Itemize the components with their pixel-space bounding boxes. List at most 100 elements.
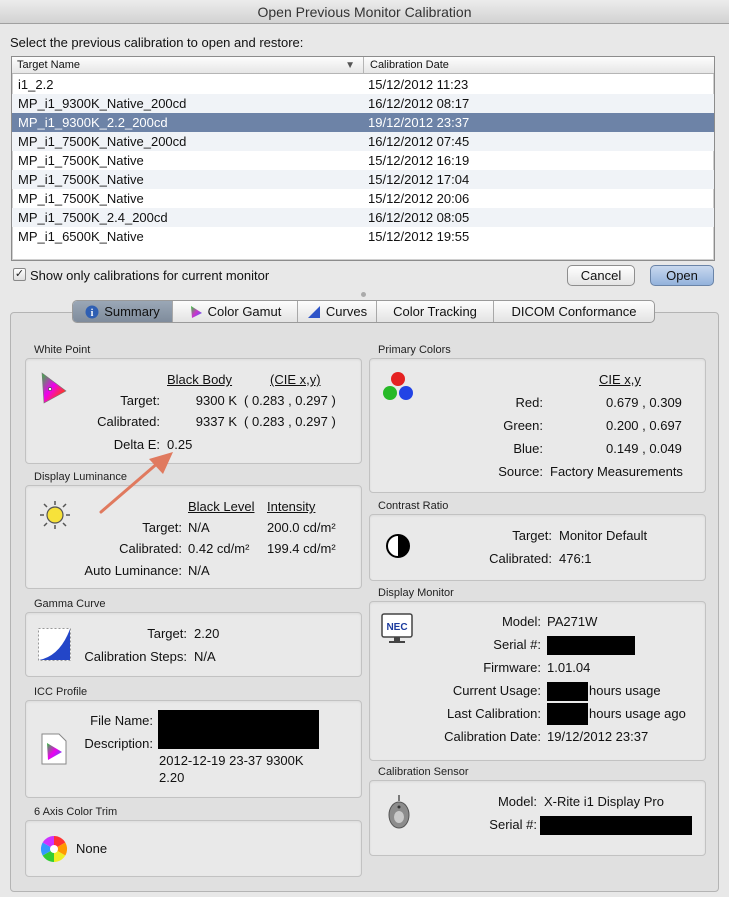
svg-text:i: i [91, 308, 94, 319]
calibration-date-label: Calibration Date: [444, 729, 541, 744]
redacted-current-usage [547, 682, 588, 701]
row-calibration-date: 16/12/2012 08:17 [368, 96, 470, 111]
gamma-target-value: 2.20 [194, 626, 220, 641]
section-title-primary-colors: Primary Colors [378, 344, 451, 356]
lum-target-label: Target: [142, 520, 182, 535]
current-usage-label: Current Usage: [452, 683, 541, 698]
annotation-arrow [99, 452, 173, 514]
list-row[interactable]: MP_i1_7500K_Native 15/12/2012 16:19 [12, 151, 714, 170]
tab-color-gamut-label: Color Gamut [207, 304, 282, 319]
column-header-target-name[interactable]: Target Name ▼ [12, 57, 364, 74]
tab-summary-label: Summary [104, 304, 160, 319]
red-value: 0.679 , 0.309 [606, 395, 682, 410]
source-label: Source: [498, 464, 543, 479]
row-target-name: MP_i1_7500K_Native [18, 153, 144, 168]
list-row[interactable]: MP_i1_7500K_Native 15/12/2012 17:04 [12, 170, 714, 189]
row-target-name: MP_i1_7500K_Native [18, 172, 144, 187]
curves-icon [307, 305, 320, 318]
sensor-serial-label: Serial #: [489, 817, 537, 832]
show-only-checkbox[interactable]: ✓ [13, 268, 26, 281]
tab-curves[interactable]: Curves [298, 301, 377, 322]
section-title-contrast-ratio: Contrast Ratio [378, 500, 449, 512]
row-calibration-date: 15/12/2012 16:19 [368, 153, 470, 168]
list-row[interactable]: MP_i1_9300K_Native_200cd 16/12/2012 08:17 [12, 94, 714, 113]
row-target-name: MP_i1_7500K_Native_200cd [18, 134, 187, 149]
tab-summary[interactable]: i Summary [73, 301, 173, 322]
sort-descending-icon: ▼ [345, 60, 355, 71]
monitor-icon: NEC [381, 613, 413, 643]
list-row[interactable]: MP_i1_7500K_2.4_200cd 16/12/2012 08:05 [12, 208, 714, 227]
contrast-calibrated-label: Calibrated: [489, 551, 552, 566]
calibration-steps-label: Calibration Steps: [84, 649, 187, 664]
blue-label: Blue: [513, 441, 543, 456]
list-row[interactable]: MP_i1_7500K_Native_200cd 16/12/2012 07:45 [12, 132, 714, 151]
tab-color-gamut[interactable]: Color Gamut [173, 301, 298, 322]
auto-luminance-label: Auto Luminance: [84, 563, 182, 578]
row-target-name: MP_i1_9300K_2.2_200cd [18, 115, 168, 130]
info-icon: i [85, 305, 99, 319]
wp-target-label: Target: [120, 393, 160, 408]
window-title: Open Previous Monitor Calibration [0, 0, 729, 24]
prompt-text: Select the previous calibration to open … [10, 35, 304, 50]
splitter-handle[interactable] [361, 292, 366, 297]
tab-dicom-conformance[interactable]: DICOM Conformance [494, 301, 654, 322]
row-calibration-date: 15/12/2012 20:06 [368, 191, 470, 206]
description-label: Description: [84, 736, 153, 751]
list-row-selected[interactable]: MP_i1_9300K_2.2_200cd 19/12/2012 23:37 [12, 113, 714, 132]
column-black-body: Black Body [167, 372, 233, 387]
blue-value: 0.149 , 0.049 [606, 441, 682, 456]
column-header-calibration-date[interactable]: Calibration Date [365, 57, 714, 74]
redacted-file-name [158, 710, 319, 749]
row-calibration-date: 16/12/2012 08:05 [368, 210, 470, 225]
contrast-icon [386, 534, 410, 558]
list-row[interactable]: MP_i1_7500K_Native 15/12/2012 20:06 [12, 189, 714, 208]
list-row[interactable]: MP_i1_6500K_Native 15/12/2012 19:55 [12, 227, 714, 246]
calibration-list[interactable]: Target Name ▼ Calibration Date i1_2.2 15/… [11, 56, 715, 261]
rgb-circles-icon [383, 372, 413, 400]
list-header: Target Name ▼ Calibration Date [12, 57, 714, 74]
sensor-model-value: X-Rite i1 Display Pro [544, 794, 664, 809]
description-line-1: 2012-12-19 23-37 9300K [159, 753, 304, 768]
tab-color-tracking[interactable]: Color Tracking [377, 301, 494, 322]
redacted-last-calibration [547, 703, 588, 725]
cancel-button[interactable]: Cancel [567, 265, 635, 286]
row-target-name: MP_i1_6500K_Native [18, 229, 144, 244]
tab-curves-label: Curves [325, 304, 368, 319]
wp-calibrated-xy: ( 0.283 , 0.297 ) [244, 414, 336, 429]
sensor-device-icon [388, 795, 410, 829]
firmware-label: Firmware: [483, 660, 541, 675]
redacted-monitor-serial [547, 636, 635, 655]
red-label: Red: [515, 395, 543, 410]
column-cie-xy-primary: CIE x,y [599, 372, 641, 387]
list-row[interactable]: i1_2.2 15/12/2012 11:23 [12, 75, 714, 94]
last-calibration-label: Last Calibration: [447, 706, 541, 721]
calibration-date-value: 19/12/2012 23:37 [547, 729, 649, 744]
section-title-display-monitor: Display Monitor [378, 587, 454, 599]
lum-calibrated-label: Calibrated: [119, 541, 182, 556]
contrast-target-label: Target: [512, 528, 552, 543]
section-title-calibration-sensor: Calibration Sensor [378, 766, 469, 778]
color-wheel-icon [40, 835, 68, 863]
file-name-label: File Name: [90, 713, 153, 728]
row-calibration-date: 15/12/2012 17:04 [368, 172, 470, 187]
green-label: Green: [503, 418, 543, 433]
column-header-target-name-label: Target Name [17, 59, 80, 71]
sun-icon [40, 501, 70, 529]
wp-calibrated-kelvin: 9337 K [195, 414, 237, 429]
section-title-icc-profile: ICC Profile [34, 686, 88, 698]
row-calibration-date: 16/12/2012 07:45 [368, 134, 470, 149]
wp-target-xy: ( 0.283 , 0.297 ) [244, 393, 336, 408]
show-only-label: Show only calibrations for current monit… [30, 268, 270, 283]
monitor-model-value: PA271W [547, 614, 598, 629]
column-intensity: Intensity [267, 499, 316, 514]
row-calibration-date: 15/12/2012 11:23 [368, 77, 469, 92]
row-calibration-date: 19/12/2012 23:37 [368, 115, 470, 130]
six-axis-value: None [76, 841, 108, 856]
lum-calibrated-black: 0.42 cd/m² [188, 541, 250, 556]
open-button[interactable]: Open [650, 265, 714, 286]
wp-target-kelvin: 9300 K [195, 393, 237, 408]
row-target-name: i1_2.2 [18, 77, 54, 92]
section-title-gamma-curve: Gamma Curve [34, 598, 106, 610]
section-title-white-point: White Point [34, 344, 91, 356]
row-target-name: MP_i1_7500K_Native [18, 191, 144, 206]
